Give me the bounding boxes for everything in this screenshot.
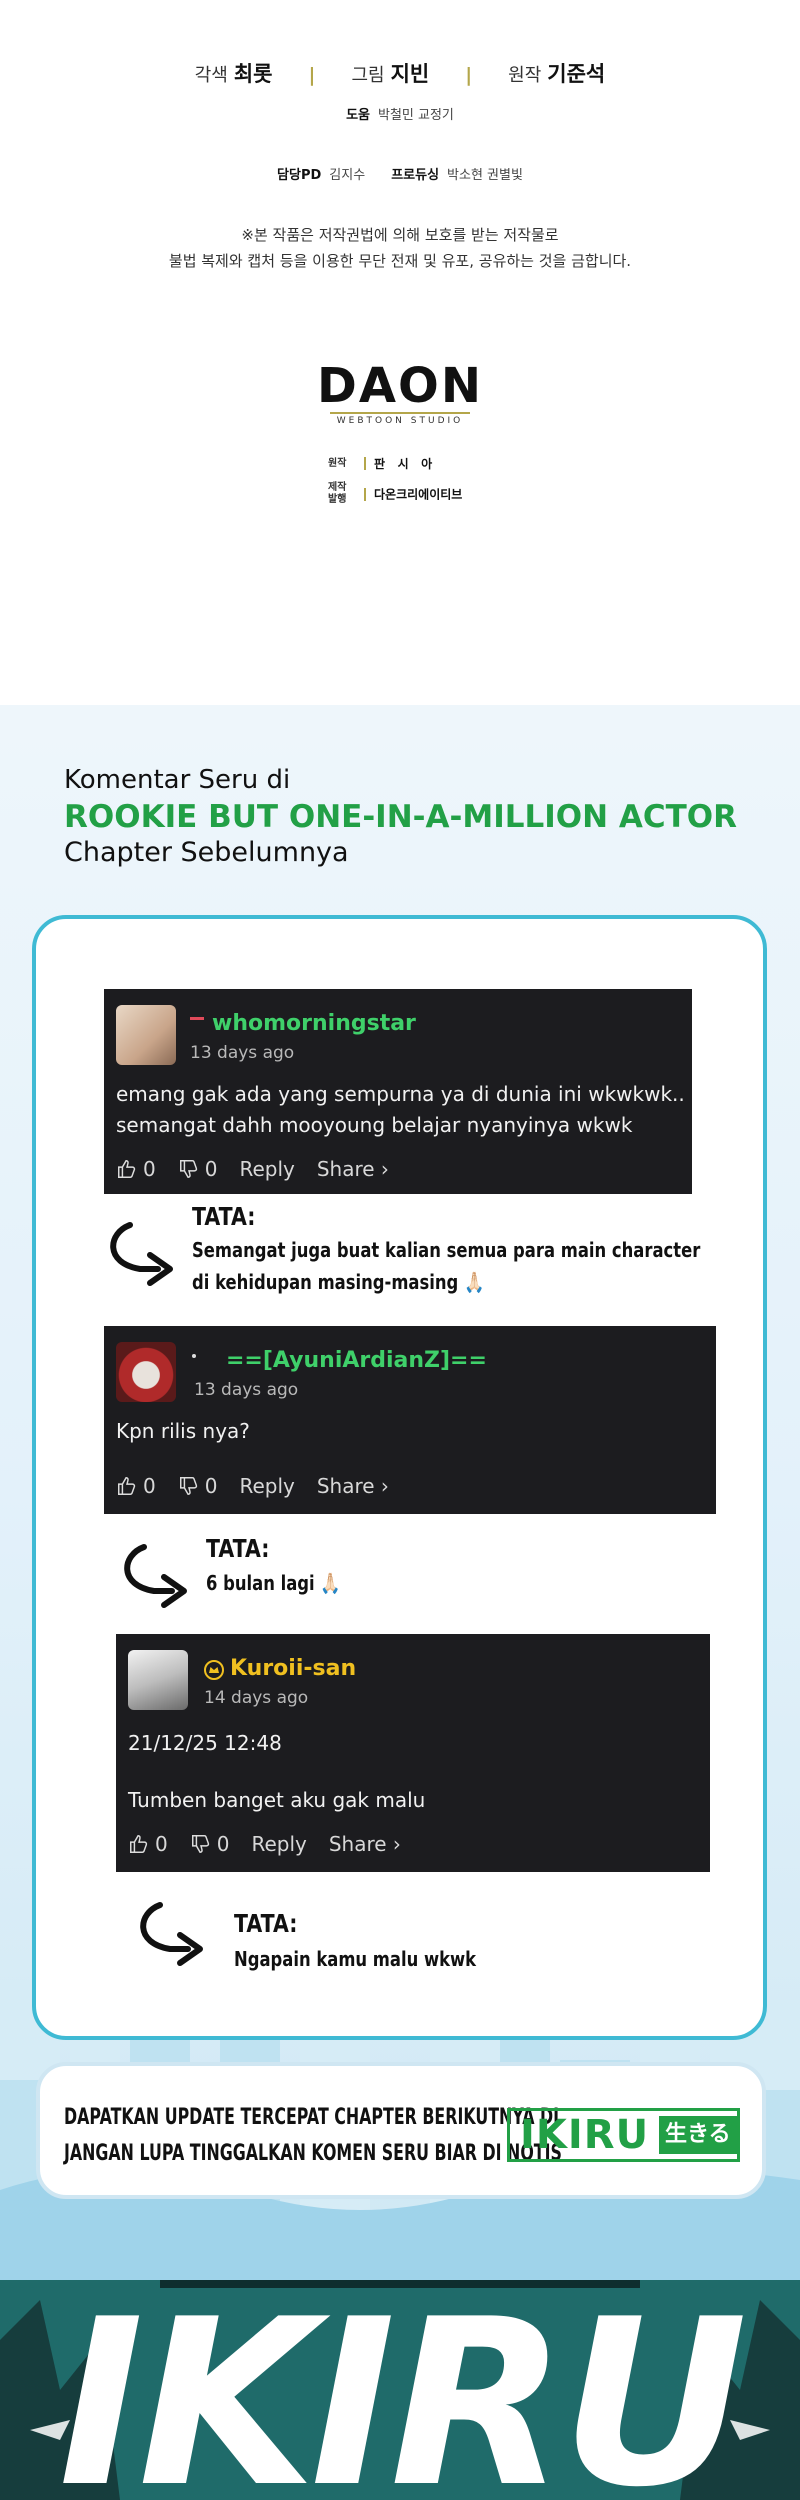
role-name: 최롯 <box>233 62 273 86</box>
comment-body: 21/12/25 12:48 Tumben banget aku gak mal… <box>128 1731 426 1812</box>
dislike-count: 0 <box>204 1157 218 1181</box>
thumbs-down-icon <box>179 1160 197 1178</box>
assist-names: 박철민 교정기 <box>378 108 454 123</box>
crown-badge-icon <box>204 1660 224 1680</box>
staff-credit: 담당PD 김지수 프로듀싱 박소현 권별빛 <box>0 164 800 183</box>
dislike-button[interactable]: 0 <box>178 1474 218 1498</box>
heading-intro: Komentar Seru di <box>64 765 291 795</box>
reply-text: Semangat juga buat kalian semua para mai… <box>192 1238 701 1294</box>
pd-name: 김지수 <box>329 168 366 183</box>
producing-names: 박소현 권별빛 <box>447 168 523 183</box>
reply-button[interactable]: Reply <box>239 1157 294 1181</box>
update-banner[interactable]: DAPATKAN UPDATE TERCEPAT CHAPTER BERIKUT… <box>36 2062 766 2199</box>
ikiru-big-logo: IKIRU <box>58 2280 747 2500</box>
ikiru-brand-graphic: IKIRU <box>0 2280 800 2500</box>
publisher-value: 다온크리에이티브 <box>374 487 463 502</box>
like-count: 0 <box>143 1157 156 1181</box>
comment-item: whomorningstar 13 days ago emang gak ada… <box>104 989 692 1194</box>
reply-author: TATA: <box>192 1202 256 1231</box>
comments-card: whomorningstar 13 days ago emang gak ada… <box>32 915 767 2040</box>
comment-body: Kpn rilis nya? <box>116 1419 250 1443</box>
role-label: 원작 <box>508 65 542 86</box>
comment-actions: 0 0 Reply Share › <box>128 1832 401 1856</box>
dislike-button[interactable]: 0 <box>190 1832 230 1856</box>
dislike-button[interactable]: 0 <box>178 1157 218 1181</box>
avatar[interactable] <box>116 1005 176 1065</box>
like-count: 0 <box>143 1474 156 1498</box>
notice-line: ※본 작품은 저작권법에 의해 보호를 받는 저작물로 <box>241 226 559 244</box>
role-name: 기준석 <box>547 62 606 86</box>
ikiru-logo-text: IKIRU <box>520 2112 650 2158</box>
comment-item: ==[AyuniArdianZ]== 13 days ago Kpn rilis… <box>104 1326 716 1514</box>
like-count: 0 <box>155 1832 168 1856</box>
role-label: 그림 <box>351 65 385 86</box>
banner-text: DAPATKAN UPDATE TERCEPAT CHAPTER BERIKUT… <box>64 2105 562 2166</box>
comment-time: 13 days ago <box>190 1043 295 1063</box>
reply-button[interactable]: Reply <box>239 1474 294 1498</box>
publisher-label: 발행 <box>328 494 347 505</box>
thumbs-up-icon <box>118 1160 136 1178</box>
share-button[interactable]: Share › <box>317 1157 389 1181</box>
thumbs-down-icon <box>191 1835 209 1853</box>
series-title: ROOKIE BUT ONE-IN-A-MILLION ACTOR <box>64 799 738 835</box>
curved-arrow-icon <box>110 1222 173 1286</box>
flag-icon <box>192 1354 196 1358</box>
role-label: 각색 <box>194 65 228 86</box>
comment-username[interactable]: whomorningstar <box>212 1011 416 1036</box>
curved-arrow-icon <box>124 1544 187 1608</box>
share-button[interactable]: Share › <box>329 1832 401 1856</box>
thumbs-down-icon <box>179 1477 197 1495</box>
notice-line: 불법 복제와 캡처 등을 이용한 무단 전재 및 유포, 공유하는 것을 금합니… <box>168 252 632 270</box>
comment-username[interactable]: Kuroii-san <box>230 1656 356 1681</box>
like-button[interactable]: 0 <box>116 1474 156 1498</box>
curved-arrow-icon <box>140 1902 203 1966</box>
comment-time: 13 days ago <box>194 1380 299 1400</box>
like-button[interactable]: 0 <box>116 1157 156 1181</box>
avatar[interactable] <box>128 1650 188 1710</box>
share-button[interactable]: Share › <box>317 1474 389 1498</box>
comment-actions: 0 0 Reply Share › <box>116 1474 389 1498</box>
publisher-label: 제작 <box>328 482 347 493</box>
studio-logo-text: DAON <box>317 358 483 414</box>
flag-icon <box>190 1017 204 1020</box>
reply-author: TATA: <box>206 1534 270 1563</box>
credits-roles: 각색 최롯 | 그림 지빈 | 원작 기준석 <box>0 58 800 88</box>
dislike-count: 0 <box>216 1832 230 1856</box>
like-button[interactable]: 0 <box>128 1832 168 1856</box>
divider: | <box>465 64 473 86</box>
comments-section: Komentar Seru di ROOKIE BUT ONE-IN-A-MIL… <box>0 705 800 2280</box>
producing-label: 프로듀싱 <box>391 168 440 183</box>
page: 각색 최롯 | 그림 지빈 | 원작 기준석 도움 박철민 교정기 담당PD 김지수 프로듀싱 박소현… <box>0 0 800 2500</box>
ikiru-logo-jp: 生きる <box>659 2116 737 2154</box>
reply-text: 6 bulan lagi 🙏🏻 <box>206 1571 341 1595</box>
assist-label: 도움 <box>346 108 370 123</box>
avatar[interactable] <box>116 1342 176 1402</box>
original-value: 판 시 아 <box>374 457 433 471</box>
comment-username[interactable]: ==[AyuniArdianZ]== <box>226 1348 487 1373</box>
thumbs-up-icon <box>130 1835 148 1853</box>
pd-label: 담당PD <box>277 168 322 183</box>
reply-author: TATA: <box>234 1909 298 1938</box>
divider: | <box>308 64 316 86</box>
thumbs-up-icon <box>118 1477 136 1495</box>
assist-credit: 도움 박철민 교정기 <box>0 104 800 123</box>
comment-body: emang gak ada yang sempurna ya di dunia … <box>116 1082 685 1137</box>
copyright-notice: ※본 작품은 저작권법에 의해 보호를 받는 저작물로 불법 복제와 캡처 등을… <box>0 222 800 274</box>
heading-outro: Chapter Sebelumnya <box>64 837 349 868</box>
original-credit: 원작 판 시 아 <box>328 455 432 472</box>
comment-time: 14 days ago <box>204 1688 309 1708</box>
ikiru-logo[interactable]: IKIRU 生きる <box>507 2108 740 2162</box>
publisher-credit: 제작 발행 다온크리에이티브 <box>328 482 462 506</box>
original-label: 원작 <box>328 457 347 469</box>
reply-button[interactable]: Reply <box>251 1832 306 1856</box>
comment-item: Kuroii-san 14 days ago 21/12/25 12:48 Tu… <box>116 1634 710 1872</box>
dislike-count: 0 <box>204 1474 218 1498</box>
credits-section: 각색 최롯 | 그림 지빈 | 원작 기준석 도움 박철민 교정기 담당PD 김지수 프로듀싱 박소현… <box>0 0 800 705</box>
studio-logo: DAON WEBTOON STUDIO <box>0 362 800 426</box>
reply-text: Ngapain kamu malu wkwk <box>234 1947 477 1971</box>
studio-logo-sub: WEBTOON STUDIO <box>336 416 464 426</box>
comment-actions: 0 0 Reply Share › <box>116 1157 389 1181</box>
role-name: 지빈 <box>390 62 430 86</box>
